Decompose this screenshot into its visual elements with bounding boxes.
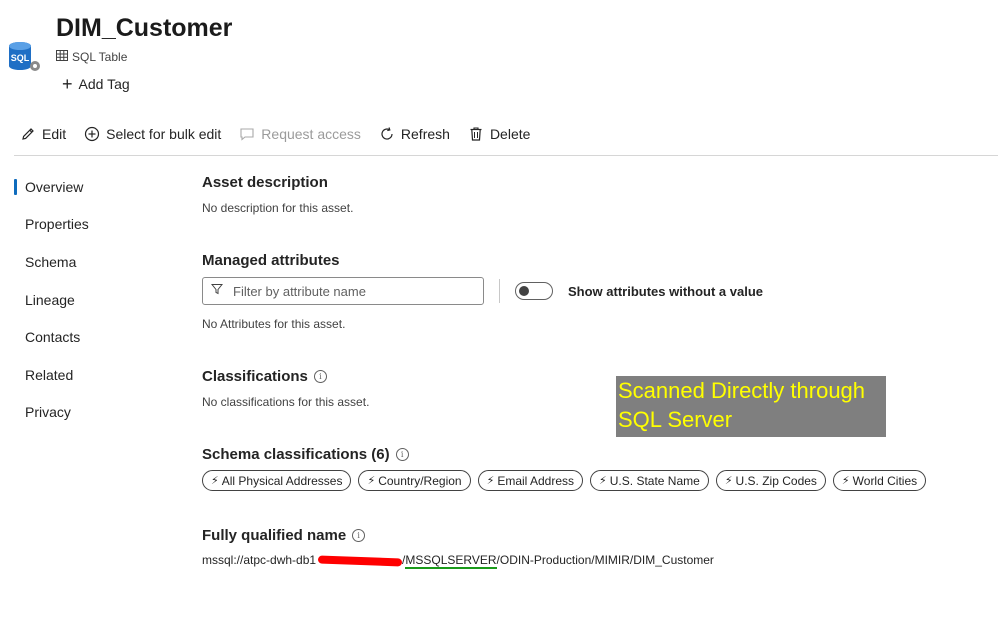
refresh-icon — [379, 126, 395, 142]
toolbar: Edit Select for bulk edit Request access… — [20, 123, 530, 145]
toolbar-divider — [14, 155, 998, 156]
add-circle-icon — [84, 126, 100, 142]
svg-text:SQL: SQL — [11, 53, 30, 63]
classification-chip[interactable]: ⚡︎ All Physical Addresses — [202, 470, 352, 491]
classification-chip[interactable]: ⚡︎ Country/Region — [358, 470, 471, 491]
lightning-icon: ⚡︎ — [486, 475, 495, 487]
nav-overview[interactable]: Overview — [14, 168, 164, 206]
asset-type: SQL Table — [56, 50, 127, 64]
attribute-filter-field[interactable] — [202, 277, 484, 305]
plus-icon: + — [62, 74, 73, 94]
edit-button[interactable]: Edit — [20, 126, 66, 142]
schema-classifications-heading: Schema classifications (6) i — [202, 446, 409, 463]
attribute-filter-input[interactable] — [231, 282, 483, 300]
toggle-label: Show attributes without a value — [568, 284, 764, 299]
delete-button[interactable]: Delete — [468, 126, 530, 142]
request-access-button[interactable]: Request access — [239, 126, 361, 142]
nav-properties[interactable]: Properties — [14, 206, 164, 244]
filter-funnel-icon — [210, 282, 224, 300]
nav-contacts[interactable]: Contacts — [14, 318, 164, 356]
pencil-icon — [20, 126, 36, 142]
chat-bubble-icon — [239, 126, 255, 142]
annotation-callout: Scanned Directly through SQL Server — [616, 376, 886, 437]
nav-related[interactable]: Related — [14, 356, 164, 394]
asset-description-text: No description for this asset. — [202, 201, 354, 215]
classification-chips: ⚡︎ All Physical Addresses ⚡︎ Country/Regio… — [202, 470, 927, 491]
info-icon[interactable]: i — [352, 529, 366, 542]
refresh-button[interactable]: Refresh — [379, 126, 450, 142]
show-empty-attributes-toggle[interactable] — [515, 282, 553, 300]
fully-qualified-name: mssql://atpc-dwh-db1 xxxxxxxxxxxx / MSSQ… — [202, 553, 714, 569]
classification-chip[interactable]: ⚡︎ U.S. Zip Codes — [715, 470, 826, 491]
asset-type-label: SQL Table — [72, 50, 128, 64]
managed-attributes-text: No Attributes for this asset. — [202, 317, 346, 331]
add-tag-button[interactable]: + Add Tag — [62, 74, 130, 94]
select-bulk-edit-button[interactable]: Select for bulk edit — [84, 126, 221, 142]
classification-chip[interactable]: ⚡︎ U.S. State Name — [590, 470, 709, 491]
lightning-icon: ⚡︎ — [841, 475, 850, 487]
managed-attributes-heading: Managed attributes — [202, 252, 340, 269]
lightning-icon: ⚡︎ — [599, 475, 607, 487]
classification-chip[interactable]: ⚡︎ World Cities — [832, 470, 927, 491]
classification-chip[interactable]: ⚡︎ Email Address — [477, 470, 584, 491]
lightning-icon: ⚡︎ — [211, 475, 219, 487]
filter-separator — [499, 279, 500, 303]
toggle-knob — [519, 286, 529, 296]
asset-description-heading: Asset description — [202, 174, 328, 191]
nav-schema[interactable]: Schema — [14, 243, 164, 281]
info-icon[interactable]: i — [313, 370, 327, 383]
side-nav: Overview Properties Schema Lineage Conta… — [14, 168, 164, 431]
trash-icon — [468, 126, 484, 142]
fqn-heading: Fully qualified name i — [202, 527, 366, 544]
lightning-icon: ⚡︎ — [367, 475, 376, 487]
classifications-heading: Classifications i — [202, 368, 327, 385]
redaction-mark: xxxxxxxxxxxx — [316, 553, 402, 569]
classifications-text: No classifications for this asset. — [202, 395, 370, 409]
nav-privacy[interactable]: Privacy — [14, 394, 164, 432]
lightning-icon: ⚡︎ — [724, 475, 733, 487]
underlined-server-name: MSSQLSERVER — [405, 553, 497, 569]
info-icon[interactable]: i — [395, 448, 409, 461]
nav-lineage[interactable]: Lineage — [14, 281, 164, 319]
page-title: DIM_Customer — [56, 14, 233, 42]
add-tag-label: Add Tag — [78, 76, 130, 92]
sql-table-icon: SQL — [8, 40, 40, 72]
table-grid-icon — [56, 50, 68, 64]
